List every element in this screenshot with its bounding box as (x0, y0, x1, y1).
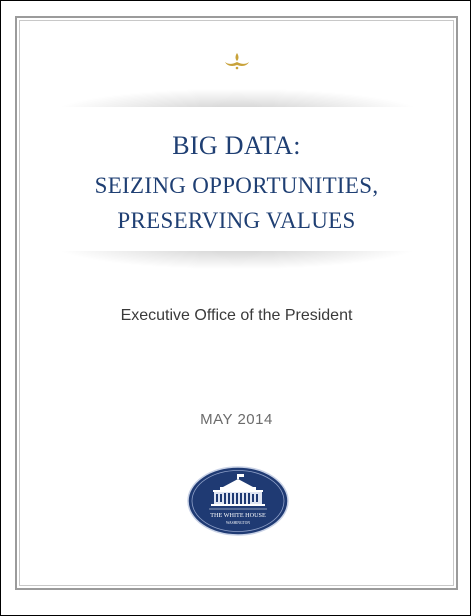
title-line-1: BIG DATA: (172, 131, 301, 160)
title-line-2: SEIZING OPPORTUNITIES, (94, 173, 379, 198)
publication-date: MAY 2014 (200, 411, 273, 428)
subtitle: Executive Office of the President (120, 307, 353, 324)
white-house-seal-icon: THE WHITE HOUSE WASHINGTON (187, 466, 289, 536)
seal-text-line2: WASHINGTON (226, 521, 250, 525)
flourish-ornament-icon (225, 53, 249, 70)
title-line-3: PRESERVING VALUES (117, 208, 356, 233)
document-page: BIG DATA: SEIZING OPPORTUNITIES, PRESERV… (0, 0, 471, 616)
seal-text-line1: THE WHITE HOUSE (210, 512, 266, 519)
